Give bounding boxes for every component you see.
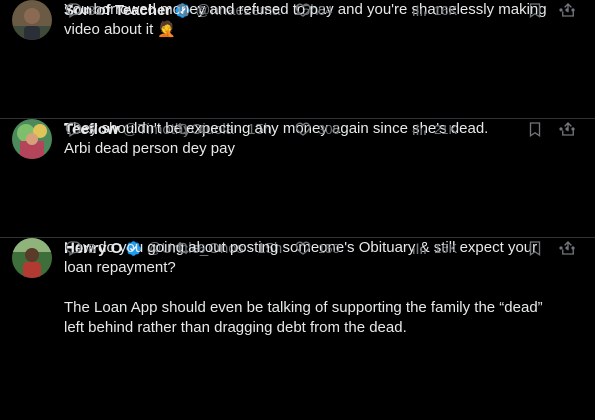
avatar[interactable] xyxy=(12,119,52,159)
share-icon xyxy=(562,241,574,255)
reply-count: 31 xyxy=(88,2,103,18)
reply-icon xyxy=(65,241,82,256)
retweet-button[interactable]: 6 xyxy=(174,238,205,258)
reply-button[interactable]: 8 xyxy=(64,238,95,258)
share-icon xyxy=(562,122,574,136)
tweet-actions: 31 6 64 16K xyxy=(64,0,584,20)
bookmark-button[interactable] xyxy=(526,238,544,258)
reply-count: 8 xyxy=(88,240,96,256)
views-icon xyxy=(413,243,426,254)
views-button[interactable]: 16K xyxy=(410,0,457,20)
timeline-feed: Son of Teacher @nnaezema · 15h You borro… xyxy=(0,0,595,420)
share-button[interactable] xyxy=(559,0,577,20)
views-button[interactable]: 16K xyxy=(410,238,457,258)
views-count: 16K xyxy=(434,2,458,18)
views-icon xyxy=(413,5,426,16)
reply-count: 5 xyxy=(88,121,96,137)
like-count: 64 xyxy=(318,2,333,18)
views-count: 16K xyxy=(434,240,458,256)
tweet-actions: 5 4 306 21K xyxy=(64,119,584,139)
tweet-text-line: Arbi dead person dey pay xyxy=(64,140,235,157)
reply-button[interactable]: 5 xyxy=(64,119,95,139)
retweet-button[interactable]: 4 xyxy=(174,119,205,139)
like-icon xyxy=(295,3,311,17)
views-button[interactable]: 21K xyxy=(410,119,457,139)
avatar[interactable] xyxy=(12,0,52,40)
tweet-actions: 8 6 150 16K xyxy=(64,238,584,258)
like-count: 150 xyxy=(318,240,340,256)
like-button[interactable]: 64 xyxy=(294,0,332,20)
like-button[interactable]: 150 xyxy=(294,238,340,258)
tweet-text-line: The Loan App should even be talking of s… xyxy=(64,299,543,316)
retweet-icon xyxy=(177,241,189,255)
share-icon xyxy=(562,3,574,17)
like-count: 306 xyxy=(318,121,340,137)
bookmark-icon xyxy=(529,122,541,138)
retweet-count: 6 xyxy=(198,240,206,256)
like-button[interactable]: 306 xyxy=(294,119,340,139)
retweet-icon xyxy=(177,122,189,136)
avatar[interactable] xyxy=(12,238,52,278)
tweet-text-line: left behind rather than dragging debt fr… xyxy=(64,319,407,336)
retweet-button[interactable]: 6 xyxy=(174,0,205,20)
bookmark-icon xyxy=(529,3,541,19)
retweet-icon xyxy=(177,3,189,17)
share-button[interactable] xyxy=(559,119,577,139)
retweet-count: 4 xyxy=(198,121,206,137)
tweet-text: How do you going about posting someone's… xyxy=(64,238,579,420)
like-icon xyxy=(295,241,311,255)
bookmark-button[interactable] xyxy=(526,119,544,139)
tweet-text-line: loan repayment? xyxy=(64,259,176,276)
bookmark-icon xyxy=(529,241,541,257)
views-icon xyxy=(413,124,426,135)
reply-icon xyxy=(65,122,82,137)
reply-icon xyxy=(65,3,82,18)
share-button[interactable] xyxy=(559,238,577,258)
retweet-count: 6 xyxy=(198,2,206,18)
views-count: 21K xyxy=(434,121,458,137)
like-icon xyxy=(295,122,311,136)
bookmark-button[interactable] xyxy=(526,0,544,20)
tweet-text-line: video about it 🤦 xyxy=(64,21,177,38)
reply-button[interactable]: 31 xyxy=(64,0,102,20)
